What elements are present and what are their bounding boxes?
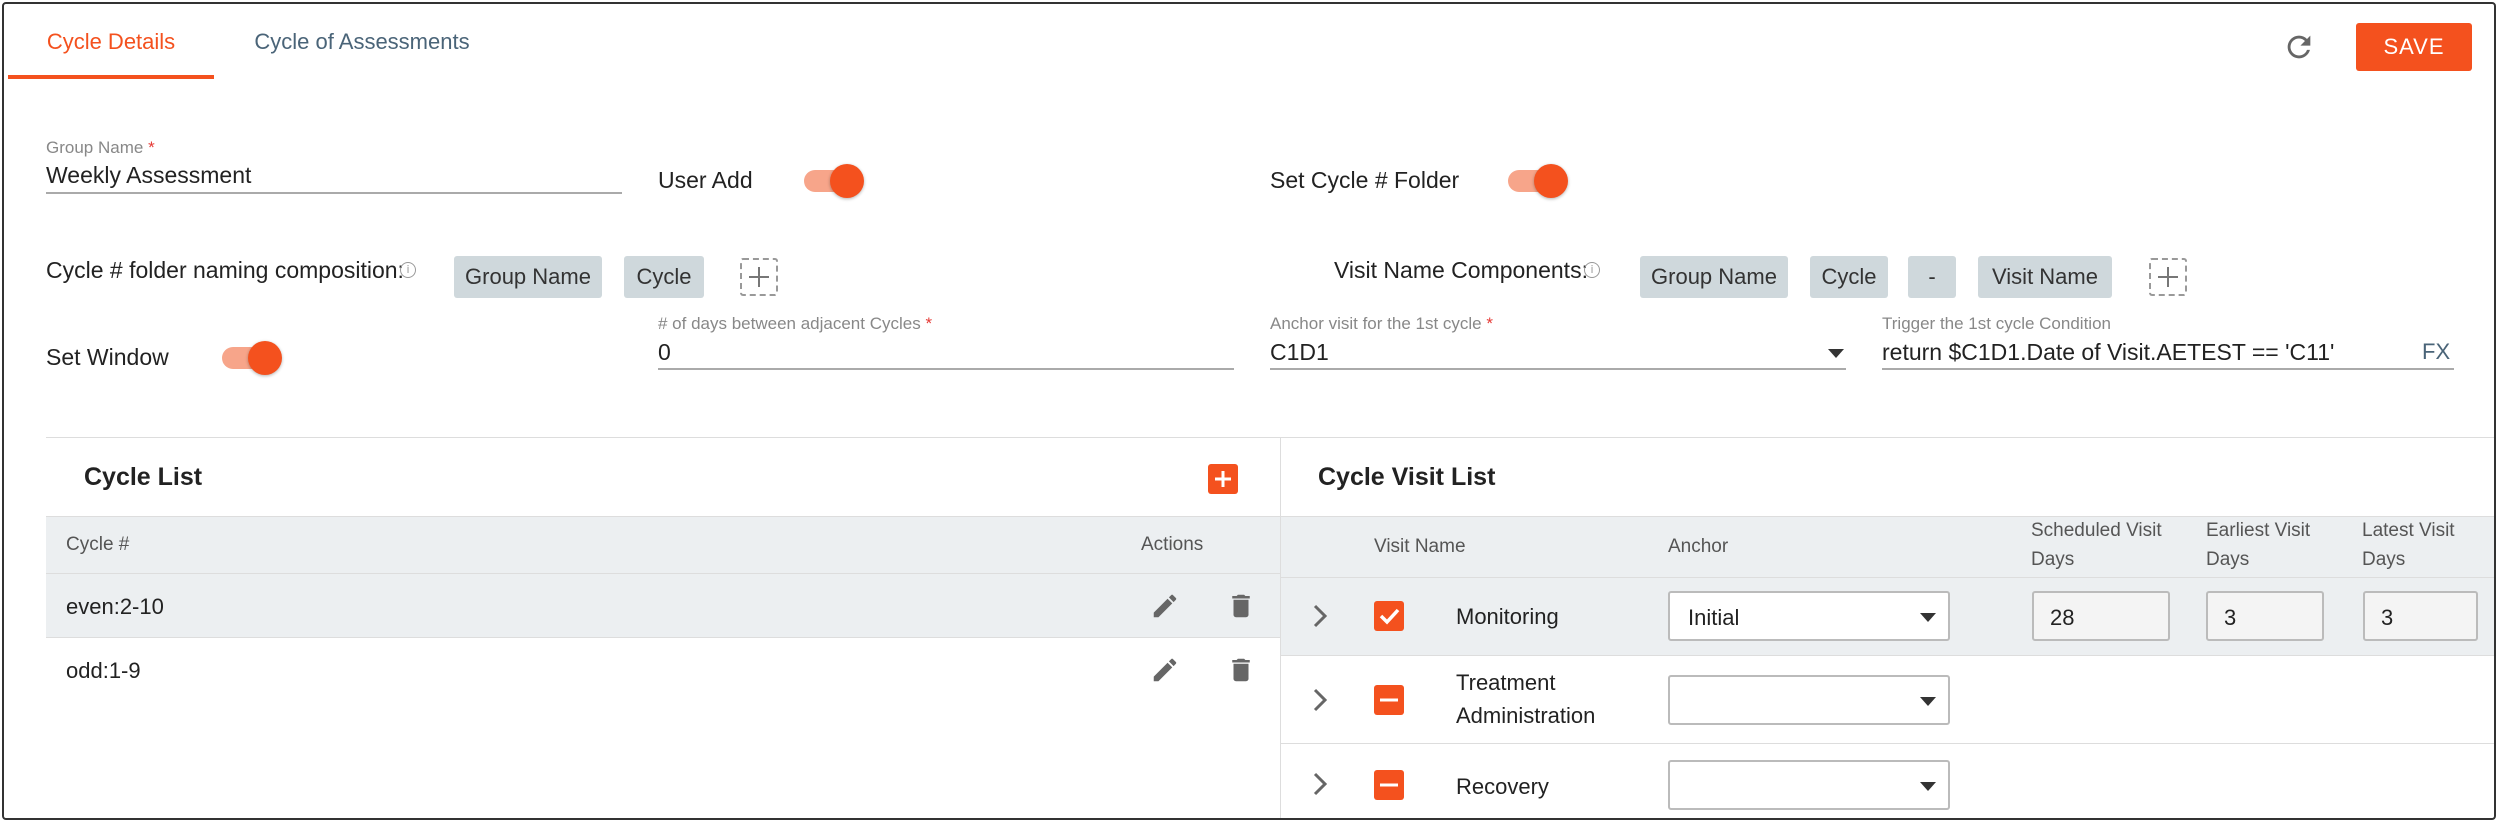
chevron-down-icon xyxy=(1920,613,1936,622)
visit-chip-dash[interactable]: - xyxy=(1908,256,1956,298)
cycle-visit-list-title: Cycle Visit List xyxy=(1318,463,1496,491)
visit-chip-cycle[interactable]: Cycle xyxy=(1810,256,1888,298)
anchor-visit-label: Anchor visit for the 1st cycle * xyxy=(1270,314,1493,333)
visit-checkbox-checked[interactable] xyxy=(1374,601,1404,631)
table-row[interactable] xyxy=(46,638,1280,702)
visit-name: Recovery xyxy=(1456,774,1549,799)
anchor-select[interactable] xyxy=(1668,760,1950,810)
column-header-latest-days: Days xyxy=(2362,549,2406,570)
days-between-input[interactable]: 0 xyxy=(658,339,671,366)
chevron-down-icon xyxy=(1920,697,1936,706)
visit-chip-visit-name[interactable]: Visit Name xyxy=(1978,256,2112,298)
section-divider xyxy=(46,437,2494,438)
delete-icon[interactable] xyxy=(1226,591,1256,626)
days-between-label: # of days between adjacent Cycles * xyxy=(658,314,933,333)
delete-icon[interactable] xyxy=(1226,655,1256,690)
group-name-label: Group Name * xyxy=(46,138,155,157)
anchor-visit-underline xyxy=(1270,368,1846,370)
edit-icon[interactable] xyxy=(1150,655,1180,690)
column-header-cycle: Cycle # xyxy=(66,534,130,555)
trigger-condition-input[interactable]: return $C1D1.Date of Visit.AETEST == 'C1… xyxy=(1882,339,2334,366)
trigger-condition-underline xyxy=(1882,368,2454,370)
table-row[interactable] xyxy=(46,574,1280,638)
save-button[interactable]: SAVE xyxy=(2356,23,2472,71)
app-window: Cycle Details Cycle of Assessments SAVE … xyxy=(2,2,2496,820)
column-header-visit-name: Visit Name xyxy=(1374,536,1466,557)
cycle-list-header xyxy=(46,516,1280,574)
visit-name: Treatment xyxy=(1456,670,1556,695)
column-header-scheduled-days: Days xyxy=(2031,549,2075,570)
visit-name-line2: Administration xyxy=(1456,703,1596,728)
latest-days-input[interactable]: 3 xyxy=(2363,591,2478,641)
scheduled-days-input[interactable]: 28 xyxy=(2032,591,2170,641)
column-header-earliest-days: Days xyxy=(2206,549,2250,570)
info-icon: i xyxy=(400,262,416,278)
trigger-condition-label: Trigger the 1st cycle Condition xyxy=(1882,314,2111,333)
group-name-input[interactable]: Weekly Assessment xyxy=(46,162,251,189)
folder-chip-cycle[interactable]: Cycle xyxy=(624,256,704,298)
days-between-underline xyxy=(658,368,1234,370)
anchor-select[interactable]: Initial xyxy=(1668,591,1950,641)
chevron-right-icon[interactable] xyxy=(1310,770,1330,803)
add-visit-component-icon[interactable] xyxy=(2149,258,2187,296)
folder-naming-label: Cycle # folder naming composition: xyxy=(46,257,404,283)
column-header-anchor: Anchor xyxy=(1668,536,1729,557)
visit-checkbox-indeterminate[interactable] xyxy=(1374,685,1404,715)
set-cycle-folder-toggle[interactable] xyxy=(1508,164,1568,198)
user-add-label: User Add xyxy=(658,167,753,193)
chevron-down-icon xyxy=(1920,782,1936,791)
visit-chip-group-name[interactable]: Group Name xyxy=(1640,256,1788,298)
set-window-toggle[interactable] xyxy=(222,341,282,375)
group-name-underline xyxy=(46,192,622,194)
cycle-list-title: Cycle List xyxy=(84,463,203,491)
add-folder-component-icon[interactable] xyxy=(740,258,778,296)
add-cycle-button[interactable] xyxy=(1208,464,1238,494)
visit-name: Monitoring xyxy=(1456,604,1559,629)
anchor-visit-select[interactable]: C1D1 xyxy=(1270,339,1329,366)
tab-cycle-details[interactable]: Cycle Details xyxy=(8,4,214,79)
fx-button[interactable]: FX xyxy=(2422,339,2450,365)
anchor-select[interactable] xyxy=(1668,675,1950,725)
column-header-latest: Latest Visit xyxy=(2362,520,2455,541)
set-window-label: Set Window xyxy=(46,344,169,370)
cycle-row-label: odd:1-9 xyxy=(66,658,141,683)
column-header-earliest: Earliest Visit xyxy=(2206,520,2311,541)
edit-icon[interactable] xyxy=(1150,591,1180,626)
column-header-actions: Actions xyxy=(1141,534,1204,555)
user-add-toggle[interactable] xyxy=(804,164,864,198)
earliest-days-input[interactable]: 3 xyxy=(2206,591,2324,641)
visit-checkbox-indeterminate[interactable] xyxy=(1374,770,1404,800)
refresh-icon[interactable] xyxy=(2282,30,2316,64)
set-cycle-folder-label: Set Cycle # Folder xyxy=(1270,167,1460,193)
column-header-scheduled: Scheduled Visit xyxy=(2031,520,2162,541)
chevron-right-icon[interactable] xyxy=(1310,686,1330,719)
tab-cycle-of-assessments[interactable]: Cycle of Assessments xyxy=(234,4,490,79)
cycle-row-label: even:2-10 xyxy=(66,594,164,619)
chevron-down-icon[interactable] xyxy=(1828,349,1844,358)
folder-chip-group-name[interactable]: Group Name xyxy=(454,256,602,298)
chevron-right-icon[interactable] xyxy=(1310,602,1330,635)
visit-name-components-label: Visit Name Components: xyxy=(1334,257,1588,283)
info-icon: i xyxy=(1584,262,1600,278)
